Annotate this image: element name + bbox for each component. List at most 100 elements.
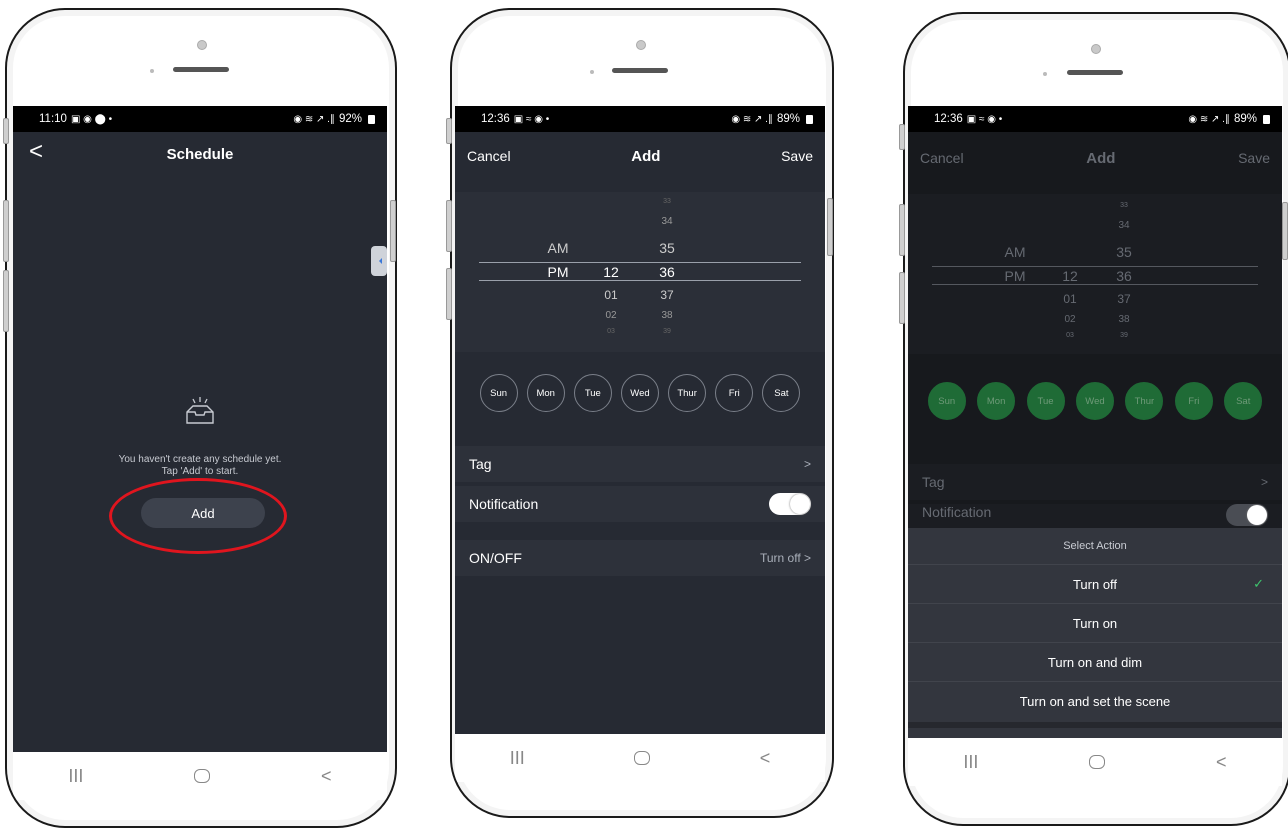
cancel-button[interactable]: Cancel <box>467 148 511 164</box>
notification-icons: ▣ ≈ ◉ • <box>966 113 1003 125</box>
picker-minute-option[interactable]: 38 <box>655 310 679 321</box>
day-sat-button: Sat <box>1224 382 1263 420</box>
battery-icon <box>368 114 375 124</box>
sheet-title: Select Action <box>908 528 1282 565</box>
day-wed-button[interactable]: Wed <box>620 374 659 412</box>
app-header: < Schedule <box>13 132 387 176</box>
signal-icons: ◉ ≋ ↗ .∥ <box>1188 113 1230 125</box>
picker-hour-selected: 12 <box>1062 268 1078 284</box>
tag-row[interactable]: Tag > <box>455 446 825 482</box>
picker-ampm-option[interactable]: AM <box>543 240 573 256</box>
day-thur-button[interactable]: Thur <box>668 374 707 412</box>
recents-button[interactable]: III <box>963 752 978 773</box>
picker-minute-option: 38 <box>1118 314 1130 325</box>
edge-panel-handle[interactable] <box>371 246 387 276</box>
action-label: Turn on and set the scene <box>1019 693 1171 709</box>
day-sun-button[interactable]: Sun <box>479 374 518 412</box>
earpiece-speaker <box>1067 70 1123 75</box>
recents-button[interactable]: III <box>510 748 525 769</box>
front-camera <box>1091 44 1101 54</box>
battery-percent: 89% <box>776 113 800 125</box>
time-picker: AM PM 12 01 02 03 33 34 35 36 37 38 39 <box>908 194 1282 354</box>
picker-ampm-option: AM <box>1004 244 1026 260</box>
notification-icons: ▣ ◉ ⬤ • <box>70 113 113 125</box>
picker-minute-option: 39 <box>1120 332 1128 339</box>
save-button[interactable]: Save <box>781 148 813 164</box>
phone-frame-add: 12:36 ▣ ≈ ◉ • ◉ ≋ ↗ .∥ 89% Cancel Add Sa… <box>450 8 834 818</box>
volume-button <box>446 200 452 252</box>
weekday-selector: Sun Mon Tue Wed Thur Fri Sat <box>455 374 825 412</box>
sensor-dot <box>590 70 594 74</box>
page-title: Add <box>631 147 661 165</box>
battery-percent: 92% <box>338 113 362 125</box>
onoff-row[interactable]: ON/OFF Turn off > <box>455 540 825 576</box>
home-button[interactable] <box>1089 755 1106 769</box>
volume-button <box>3 200 9 262</box>
action-turn-on-and-set-scene[interactable]: Turn on and set the scene <box>908 682 1282 720</box>
system-nav-bar: III < <box>13 752 387 800</box>
side-button <box>899 124 905 150</box>
earpiece-speaker <box>173 67 229 72</box>
notification-label: Notification <box>469 496 539 512</box>
volume-button <box>899 204 905 256</box>
picker-minute-option: 33 <box>1120 202 1128 209</box>
recents-button[interactable]: III <box>68 766 83 787</box>
picker-minute-option[interactable]: 34 <box>655 216 679 227</box>
onoff-value: Turn off > <box>759 551 811 565</box>
picker-minute-option[interactable]: 35 <box>655 240 679 256</box>
day-mon-button[interactable]: Mon <box>526 374 565 412</box>
time-picker[interactable]: AM PM 12 01 02 03 33 34 35 36 37 38 39 <box>455 192 825 352</box>
action-label: Turn on <box>1072 615 1118 631</box>
picker-hour-option[interactable]: 03 <box>599 328 623 335</box>
notification-toggle[interactable] <box>769 493 811 515</box>
tag-label: Tag <box>469 456 492 472</box>
picker-minute-selected[interactable]: 36 <box>655 264 679 280</box>
system-back-button[interactable]: < <box>321 766 332 787</box>
day-fri-button[interactable]: Fri <box>715 374 754 412</box>
system-back-button[interactable]: < <box>760 748 771 769</box>
action-turn-off[interactable]: Turn off ✓ <box>908 565 1282 604</box>
signal-icons: ◉ ≋ ↗ .∥ <box>293 113 335 125</box>
status-time: 12:36 <box>481 113 510 125</box>
save-button[interactable]: Save <box>1238 150 1270 166</box>
battery-icon <box>806 114 813 124</box>
picker-minute-option[interactable]: 39 <box>655 328 679 335</box>
notification-row: Notification <box>455 486 825 522</box>
status-bar: 12:36 ▣ ≈ ◉ • ◉ ≋ ↗ .∥ 89% <box>908 106 1282 132</box>
picker-hour-option[interactable]: 01 <box>599 288 623 302</box>
day-thur-button: Thur <box>1125 382 1164 420</box>
day-tue-button: Tue <box>1026 382 1065 420</box>
system-nav-bar: III < <box>908 738 1282 786</box>
action-turn-on-and-dim[interactable]: Turn on and dim <box>908 643 1282 682</box>
picker-hour-selected[interactable]: 12 <box>599 264 623 280</box>
system-back-button[interactable]: < <box>1216 752 1227 773</box>
home-button[interactable] <box>634 751 651 765</box>
picker-hour-option[interactable]: 02 <box>599 310 623 321</box>
picker-minute-option[interactable]: 33 <box>655 198 679 205</box>
status-time: 12:36 <box>934 113 963 125</box>
day-sat-button[interactable]: Sat <box>762 374 801 412</box>
day-tue-button[interactable]: Tue <box>573 374 612 412</box>
picker-ampm-selected[interactable]: PM <box>543 264 573 280</box>
system-nav-bar: III < <box>455 734 825 782</box>
picker-minute-option: 34 <box>1118 220 1130 231</box>
volume-button <box>3 270 9 332</box>
highlight-annotation <box>109 478 287 554</box>
empty-state-line-1: You haven't create any schedule yet. <box>118 454 282 465</box>
front-camera <box>636 40 646 50</box>
status-time: 11:10 <box>39 113 67 125</box>
power-button <box>827 198 833 256</box>
day-fri-button: Fri <box>1174 382 1213 420</box>
action-turn-on[interactable]: Turn on <box>908 604 1282 643</box>
cancel-button[interactable]: Cancel <box>920 150 964 166</box>
picker-minute-option[interactable]: 37 <box>655 288 679 302</box>
picker-selection-line <box>932 284 1258 285</box>
screen: 12:36 ▣ ≈ ◉ • ◉ ≋ ↗ .∥ 89% Cancel Add Sa… <box>455 106 825 782</box>
battery-percent: 89% <box>1233 113 1257 125</box>
back-icon[interactable]: < <box>29 138 43 166</box>
home-button[interactable] <box>194 769 211 783</box>
front-camera <box>197 40 207 50</box>
side-button <box>446 118 452 144</box>
day-mon-button: Mon <box>977 382 1016 420</box>
power-button <box>390 200 396 262</box>
